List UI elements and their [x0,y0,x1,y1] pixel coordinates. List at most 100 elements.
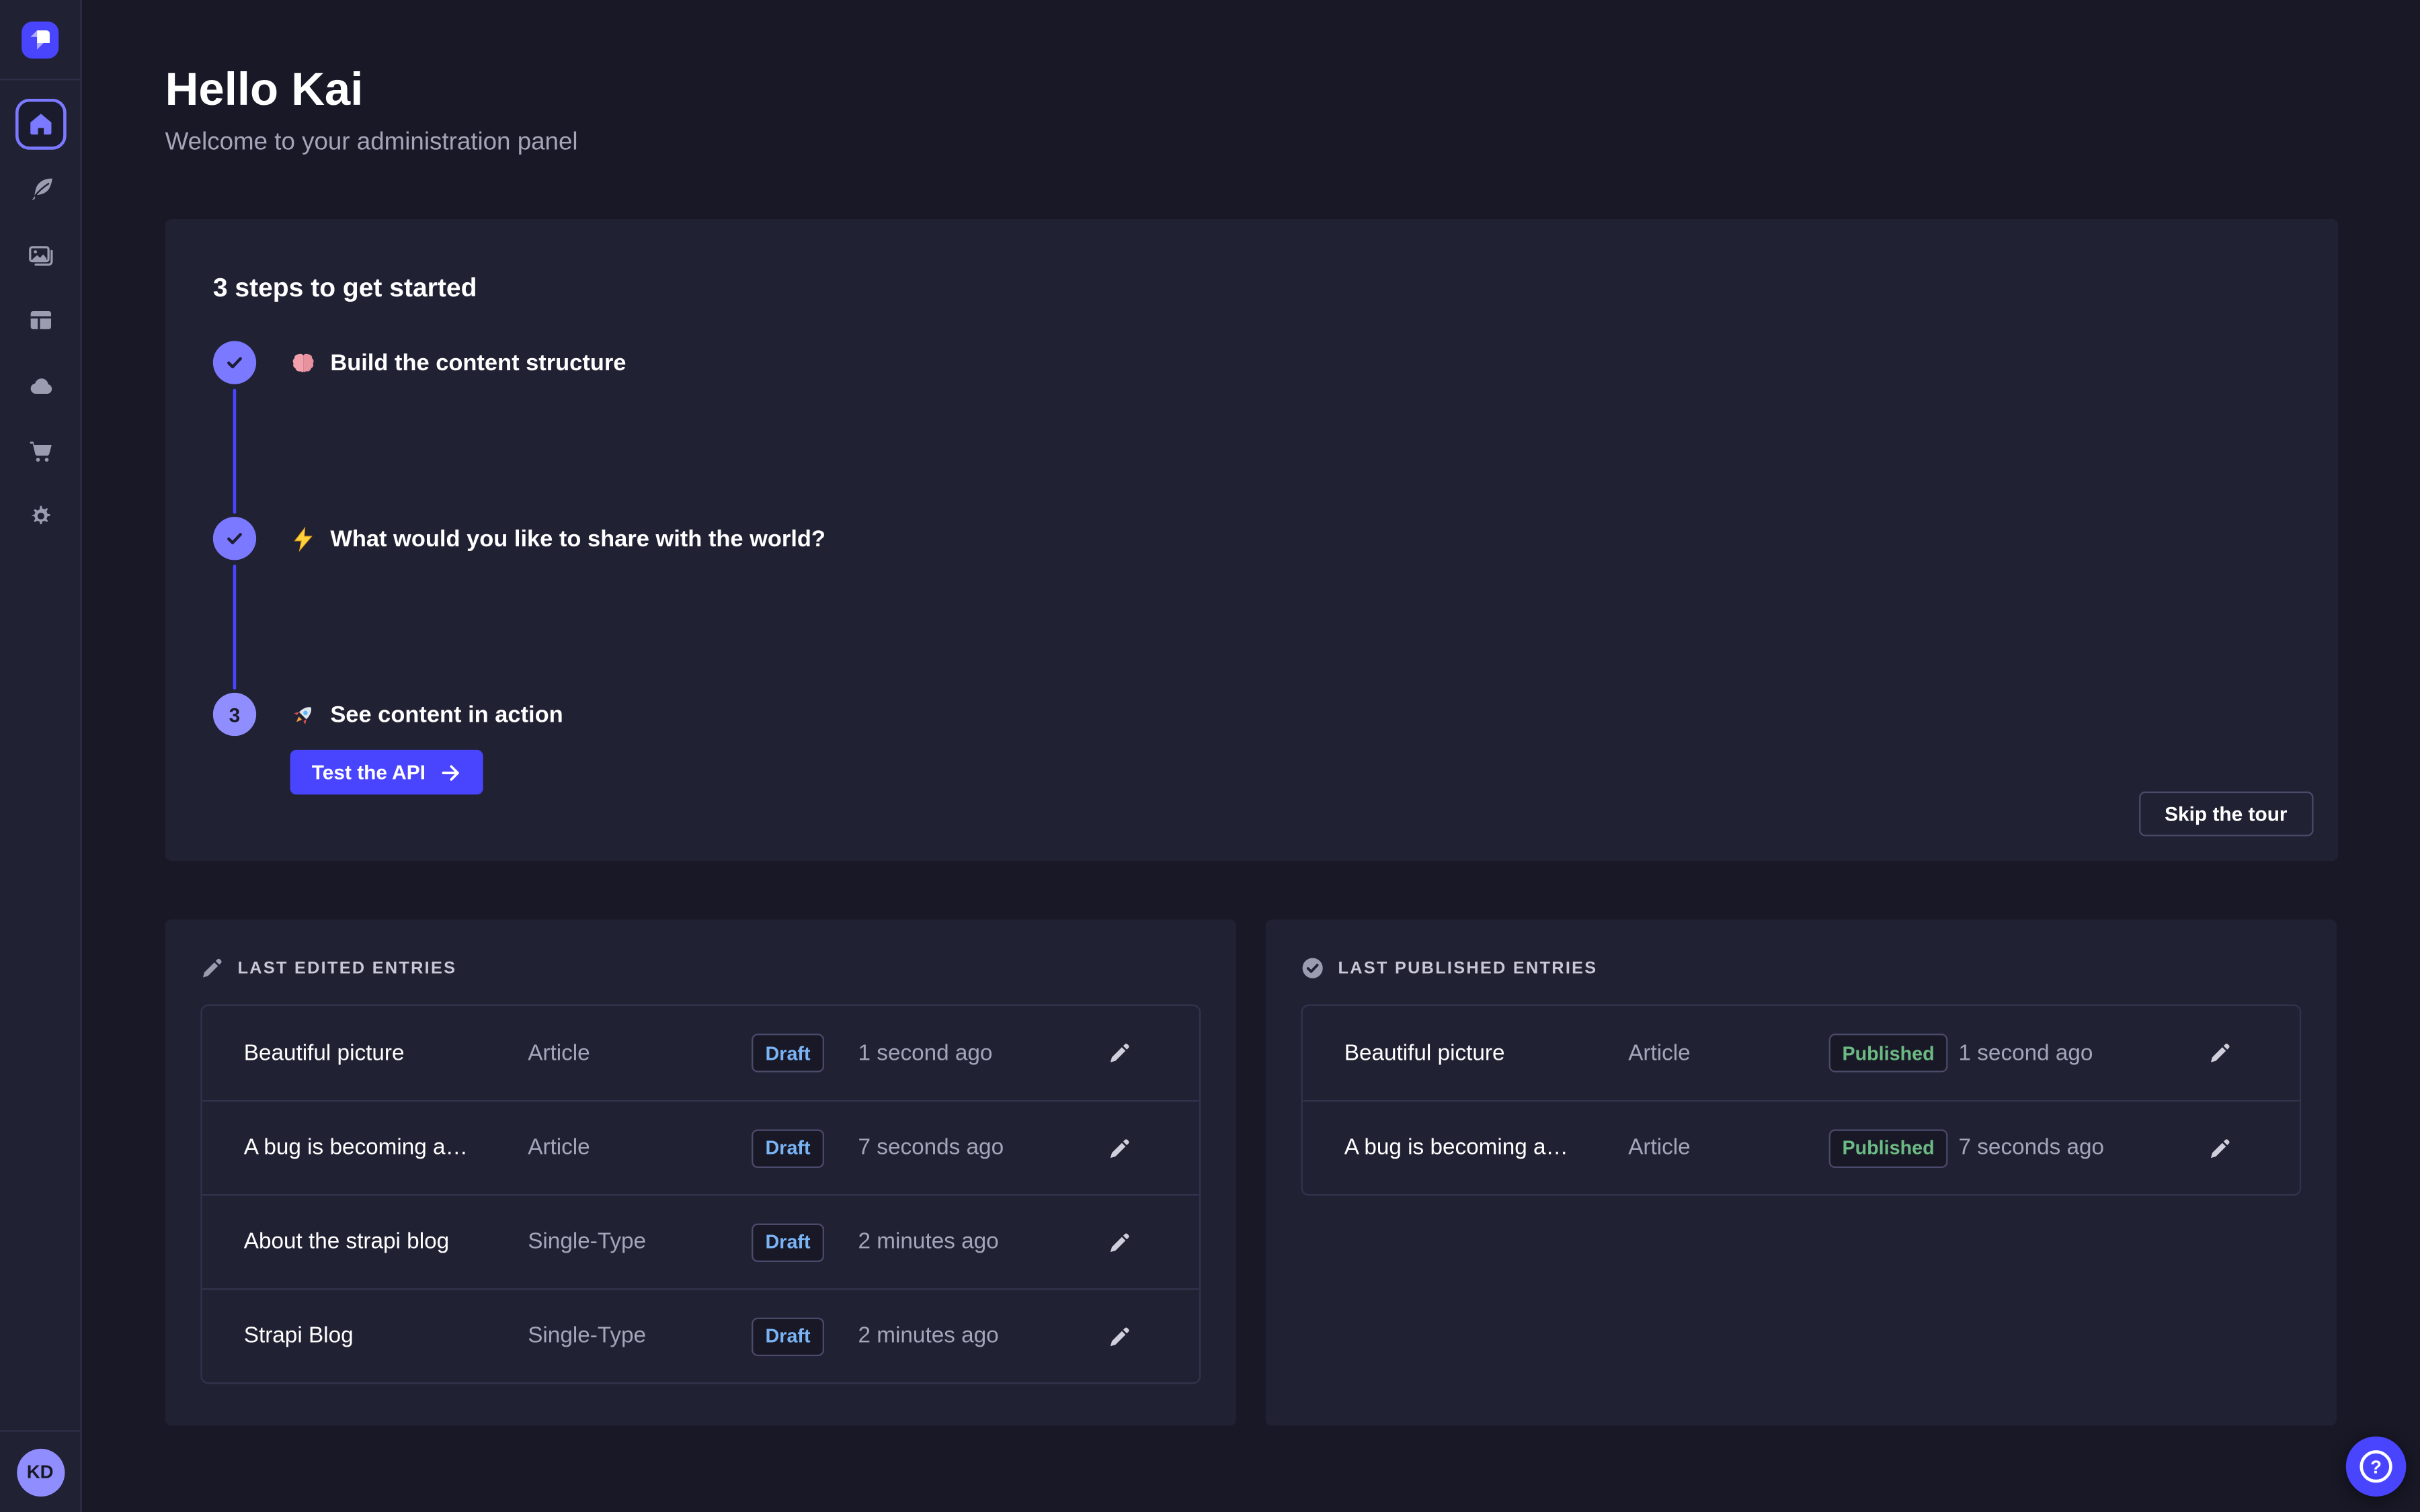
check-circle-icon [1301,956,1324,979]
rocket-emoji-icon [290,701,317,727]
entry-time: 2 minutes ago [858,1230,1082,1255]
entry-time: 7 seconds ago [1959,1136,2183,1161]
step-2-label: What would you like to share with the wo… [330,526,825,552]
entry-type: Single-Type [528,1230,717,1255]
last-edited-header: LAST EDITED ENTRIES [200,956,1201,979]
last-edited-title: LAST EDITED ENTRIES [238,959,457,978]
question-mark-icon: ? [2360,1450,2392,1482]
last-published-panel: LAST PUBLISHED ENTRIES Beautiful picture… [1266,919,2337,1425]
entry-type: Article [528,1041,717,1066]
entry-type: Article [1628,1136,1818,1161]
arrow-right-icon [440,761,461,783]
step-3-number-badge: 3 [213,693,256,736]
strapi-logo-icon [22,21,58,58]
onboarding-step-1: Build the content structure [213,341,2290,517]
edit-entry-button[interactable] [1101,1034,1138,1071]
last-published-header: LAST PUBLISHED ENTRIES [1301,956,2301,979]
step-done-check-icon [213,517,256,560]
pencil-icon [2208,1042,2231,1064]
strapi-logo-button[interactable] [22,21,58,58]
main-content: Hello Kai Welcome to your administration… [83,0,2420,1512]
layout-icon [27,307,53,333]
images-icon [27,242,53,268]
last-published-table: Beautiful picture Article Published 1 se… [1301,1005,2301,1196]
page-title: Hello Kai [165,68,2420,114]
last-published-title: LAST PUBLISHED ENTRIES [1338,959,1598,978]
status-badge: Draft [752,1128,824,1167]
brain-emoji-icon [290,349,317,376]
entry-time: 1 second ago [858,1041,1082,1066]
edit-entry-button[interactable] [1101,1318,1138,1355]
help-button[interactable]: ? [2346,1436,2407,1497]
sidebar-item-content-type-builder[interactable] [15,295,66,346]
home-icon [27,111,53,137]
entry-type: Article [1628,1041,1818,1066]
status-badge: Draft [752,1034,824,1072]
strapi-admin-app: KD Hello Kai Welcome to your administrat… [0,0,2420,1512]
table-row: Strapi Blog Single-Type Draft 2 minutes … [202,1288,1199,1382]
onboarding-title: 3 steps to get started [213,273,2290,304]
pencil-icon [2208,1136,2231,1159]
test-api-button[interactable]: Test the API [290,750,483,795]
pencil-icon [1108,1325,1131,1347]
pencil-icon [1108,1136,1131,1159]
zap-emoji-icon [290,526,317,552]
feather-icon [27,177,53,203]
status-badge: Published [1828,1128,1948,1167]
pencil-icon [1108,1042,1131,1064]
step-2-title: What would you like to share with the wo… [290,517,2291,560]
edit-entry-button[interactable] [1101,1224,1138,1261]
sidebar: KD [0,0,82,1512]
onboarding-steps: Build the content structure What would y… [213,341,2290,794]
entry-title: A bug is becoming a… [244,1136,528,1161]
table-row: Beautiful picture Article Draft 1 second… [202,1006,1199,1100]
sidebar-item-home[interactable] [15,99,66,150]
sidebar-item-settings[interactable] [15,491,66,542]
status-badge: Draft [752,1317,824,1355]
pencil-icon [1108,1230,1131,1253]
entry-title: Beautiful picture [244,1041,528,1066]
entry-title: Beautiful picture [1344,1041,1628,1066]
last-edited-panel: LAST EDITED ENTRIES Beautiful picture Ar… [165,919,1236,1425]
table-row: About the strapi blog Single-Type Draft … [202,1194,1199,1288]
entry-title: A bug is becoming a… [1344,1136,1628,1161]
entry-type: Single-Type [528,1324,717,1349]
sidebar-footer: KD [0,1430,80,1512]
step-3-label: See content in action [330,701,563,727]
sidebar-item-deploy[interactable] [15,360,66,411]
entry-time: 7 seconds ago [858,1136,1082,1161]
cloud-icon [27,373,53,399]
sidebar-nav [0,80,80,542]
edit-entry-button[interactable] [1101,1130,1138,1167]
table-row: A bug is becoming a… Article Published 7… [1303,1100,2300,1194]
entry-title: Strapi Blog [244,1324,528,1349]
step-3-title: See content in action [290,693,2291,736]
status-badge: Published [1828,1034,1948,1072]
onboarding-step-2: What would you like to share with the wo… [213,517,2290,693]
gear-icon [27,503,53,530]
step-done-check-icon [213,341,256,384]
sidebar-item-content-manager[interactable] [15,164,66,215]
sidebar-item-marketplace[interactable] [15,426,66,477]
test-api-label: Test the API [312,761,426,784]
cart-icon [27,438,53,464]
pencil-icon [200,956,223,979]
entry-time: 2 minutes ago [858,1324,1082,1349]
entry-title: About the strapi blog [244,1230,528,1255]
sidebar-header [0,0,80,80]
last-edited-table: Beautiful picture Article Draft 1 second… [200,1005,1201,1384]
entry-type: Article [528,1136,717,1161]
step-1-title: Build the content structure [290,341,2291,384]
table-row: Beautiful picture Article Published 1 se… [1303,1006,2300,1100]
entries-panels-row: LAST EDITED ENTRIES Beautiful picture Ar… [165,919,2420,1425]
onboarding-card: 3 steps to get started Build the co [165,219,2339,861]
entry-time: 1 second ago [1959,1041,2183,1066]
edit-entry-button[interactable] [2202,1034,2238,1071]
step-1-label: Build the content structure [330,349,626,376]
skip-tour-button[interactable]: Skip the tour [2138,792,2313,837]
status-badge: Draft [752,1223,824,1261]
user-avatar[interactable]: KD [16,1448,64,1496]
edit-entry-button[interactable] [2202,1130,2238,1167]
page-subtitle: Welcome to your administration panel [165,130,2420,157]
sidebar-item-media-library[interactable] [15,230,66,281]
